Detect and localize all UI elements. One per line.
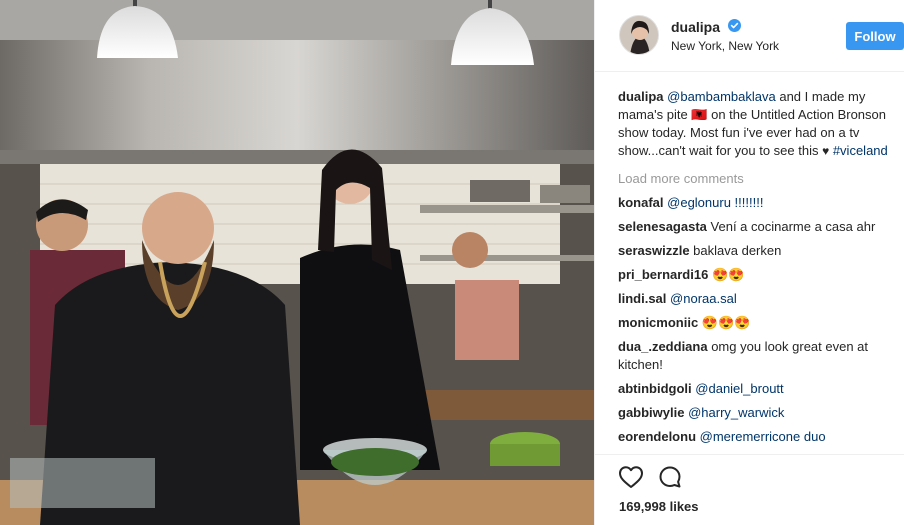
comment-text: baklava derken (693, 243, 782, 258)
comment-text: 😍😍😍 (701, 315, 751, 330)
comment-text[interactable]: @eglonuru !!!!!!!! (667, 195, 763, 210)
comment-username[interactable]: selenesagasta (618, 219, 707, 234)
post-actions-bar: 169,998 likes (595, 454, 904, 525)
comment-item: selenesagasta Vení a cocinarme a casa ah… (618, 218, 890, 236)
comment-item: monicmoniic 😍😍😍 (618, 314, 890, 332)
comment-text[interactable]: @daniel_broutt (695, 381, 783, 396)
comment-text: Vení a cocinarme a casa ahr (710, 219, 876, 234)
caption-hashtag[interactable]: #viceland (829, 143, 888, 158)
comment-item: pri_bernardi16 😍😍 (618, 266, 890, 284)
heart-outline-icon[interactable] (618, 465, 644, 489)
verified-badge-icon (728, 19, 741, 32)
comments-section: dualipa @bambambaklava and I made my mam… (618, 88, 890, 454)
comment-item: lindi.sal @noraa.sal (618, 290, 890, 308)
comment-item: gabbiwylie @harry_warwick (618, 404, 890, 422)
comment-item: seraswizzle baklava derken (618, 242, 890, 260)
flag-emoji: 🇦🇱 (691, 107, 708, 122)
instagram-post: dualipa New York, New York Follow dualip… (0, 0, 904, 525)
comment-item: dua_.zeddiana omg you look great even at… (618, 338, 890, 374)
comment-text[interactable]: @noraa.sal (670, 291, 737, 306)
comment-username[interactable]: konafal (618, 195, 664, 210)
location-link[interactable]: New York, New York (671, 39, 779, 53)
post-side-panel: dualipa New York, New York Follow dualip… (594, 0, 904, 525)
comment-username[interactable]: seraswizzle (618, 243, 690, 258)
comment-username[interactable]: pri_bernardi16 (618, 267, 708, 282)
follow-button[interactable]: Follow (846, 22, 904, 50)
comment-text[interactable]: @harry_warwick (688, 405, 784, 420)
comment-item: konafal @eglonuru !!!!!!!! (618, 194, 890, 212)
avatar[interactable] (619, 15, 659, 55)
comment-item: abtinbidgoli @daniel_broutt (618, 380, 890, 398)
post-caption: dualipa @bambambaklava and I made my mam… (618, 88, 890, 160)
comment-username[interactable]: gabbiwylie (618, 405, 684, 420)
caption-username[interactable]: dualipa (618, 89, 664, 104)
comment-username[interactable]: abtinbidgoli (618, 381, 692, 396)
comment-text: 😍😍 (711, 267, 745, 282)
load-more-comments-button[interactable]: Load more comments (618, 170, 890, 188)
avatar-image (620, 16, 658, 54)
header-username[interactable]: dualipa (671, 19, 720, 35)
comment-text[interactable]: @meremerricone duo (700, 429, 826, 444)
post-photo[interactable] (0, 0, 594, 525)
comment-bubble-icon[interactable] (658, 465, 682, 489)
comment-username[interactable]: monicmoniic (618, 315, 698, 330)
kitchen-photo-illustration (0, 0, 594, 525)
caption-mention[interactable]: @bambambaklava (667, 89, 776, 104)
comment-username[interactable]: lindi.sal (618, 291, 666, 306)
post-header: dualipa New York, New York Follow (595, 0, 904, 72)
comment-item: eorendelonu @meremerricone duo (618, 428, 890, 446)
likes-count[interactable]: 169,998 likes (619, 499, 699, 514)
comment-username[interactable]: dua_.zeddiana (618, 339, 708, 354)
comment-username[interactable]: eorendelonu (618, 429, 696, 444)
